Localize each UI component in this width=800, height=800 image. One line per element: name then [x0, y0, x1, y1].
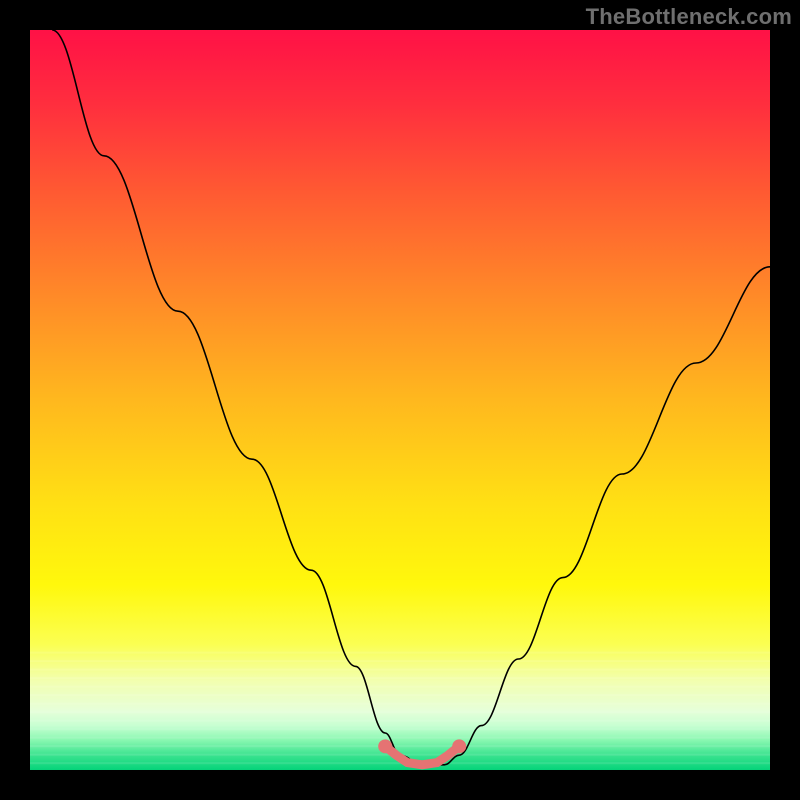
bottleneck-curve [52, 30, 770, 765]
chart-svg [30, 30, 770, 770]
bottom-stripes [30, 652, 770, 765]
chart-frame: TheBottleneck.com [0, 0, 800, 800]
marker-band [378, 739, 466, 765]
plot-area [30, 30, 770, 770]
source-label: TheBottleneck.com [586, 4, 792, 30]
